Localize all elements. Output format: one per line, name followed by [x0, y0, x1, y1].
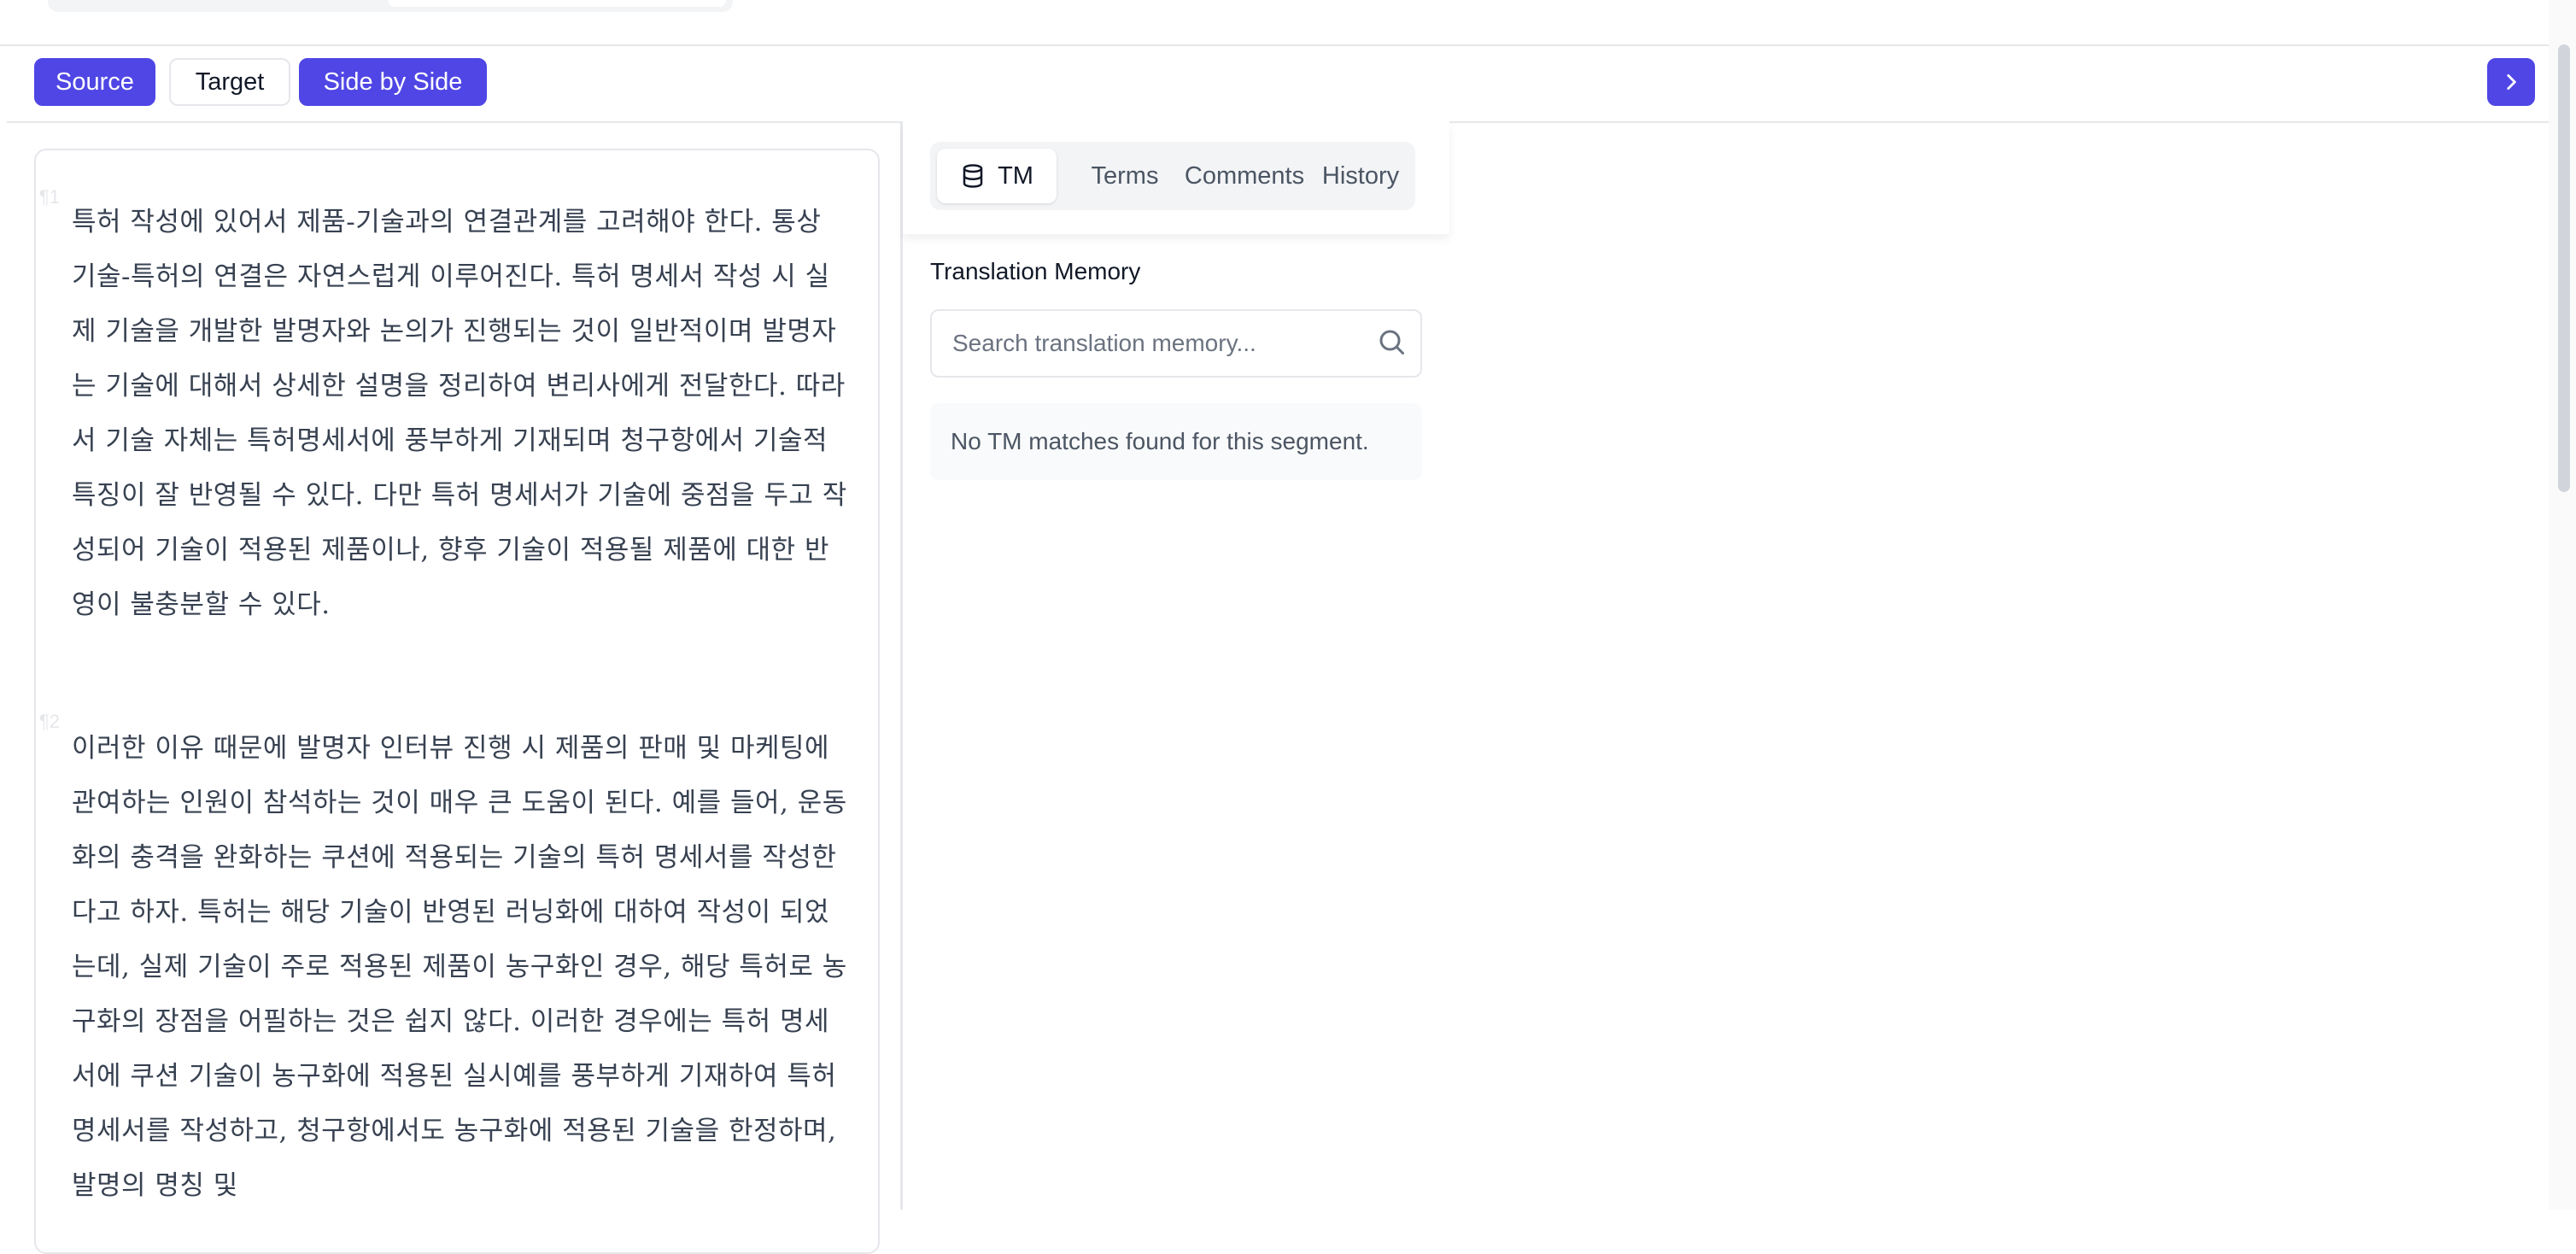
tab-label: History [1321, 161, 1400, 190]
tm-empty-state: No TM matches found for this segment. [930, 403, 1422, 480]
side-by-side-view-button[interactable]: Side by Side [299, 58, 487, 106]
paragraph-number: ¶1 [39, 186, 61, 208]
tm-search-box[interactable] [930, 309, 1422, 378]
side-panel-header: TM Terms Comments History [903, 121, 1449, 234]
paragraph-text[interactable]: 특허 작성에 있어서 제품-기술과의 연결관계를 고려해야 한다. 통상 기술-… [72, 195, 849, 632]
paragraph-number: ¶2 [39, 711, 61, 732]
target-view-button[interactable]: Target [169, 58, 290, 106]
top-strip [0, 0, 2549, 46]
source-editor-pane: ¶1 특허 작성에 있어서 제품-기술과의 연결관계를 고려해야 한다. 통상 … [7, 121, 903, 1254]
view-mode-toolbar: Source Target Side by Side [7, 44, 2549, 123]
top-segment-active[interactable] [388, 0, 726, 7]
top-segmented-control [48, 0, 733, 12]
tm-section-title: Translation Memory [930, 258, 1141, 284]
source-editor[interactable]: ¶1 특허 작성에 있어서 제품-기술과의 연결관계를 고려해야 한다. 통상 … [34, 149, 880, 1254]
side-panel-tabs: TM Terms Comments History [930, 142, 1415, 210]
tab-label: Comments [1184, 161, 1305, 190]
database-icon [960, 163, 986, 189]
tab-comments[interactable]: Comments [1178, 149, 1311, 203]
tab-label: Terms [1091, 161, 1159, 190]
tab-tm[interactable]: TM [937, 149, 1057, 203]
source-view-button[interactable]: Source [34, 58, 155, 106]
scrollbar-thumb[interactable] [2558, 44, 2570, 492]
next-segment-button[interactable] [2487, 58, 2535, 106]
paragraph-text[interactable]: 이러한 이유 때문에 발명자 인터뷰 진행 시 제품의 판매 및 마케팅에 관여… [72, 721, 849, 1213]
tab-terms[interactable]: Terms [1074, 149, 1176, 203]
tm-search-input[interactable] [952, 311, 1379, 376]
search-icon[interactable] [1376, 326, 1407, 357]
side-panel: TM Terms Comments History Translation Me… [903, 121, 2549, 1210]
tab-history[interactable]: History [1316, 149, 1405, 203]
tab-label: TM [998, 161, 1033, 190]
chevron-right-icon [2507, 74, 2516, 90]
